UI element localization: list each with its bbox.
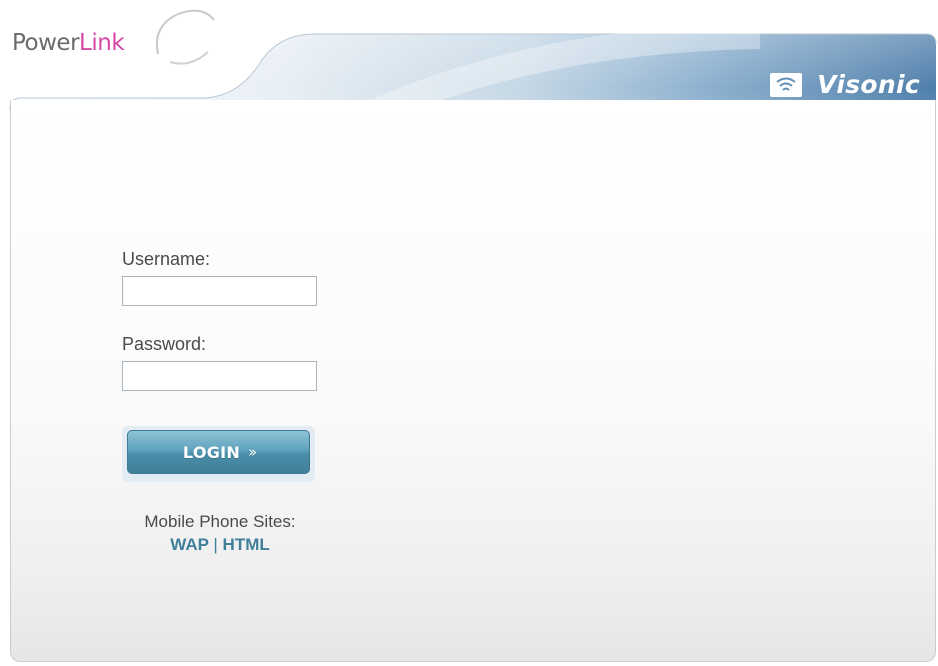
visonic-brand: Visonic: [769, 70, 920, 99]
powerlink-logo: PowerLink: [12, 30, 125, 56]
login-button[interactable]: LOGIN ››: [127, 430, 310, 474]
logo-swoosh-icon: [156, 9, 215, 65]
login-button-frame: LOGIN ››: [122, 426, 315, 482]
login-page: PowerLink Visonic Username: Password: LO…: [0, 0, 938, 666]
link-separator: |: [213, 535, 218, 554]
username-label: Username:: [122, 249, 211, 269]
mobile-sites-title: Mobile Phone Sites:: [144, 512, 296, 531]
username-input[interactable]: [122, 276, 317, 306]
password-input[interactable]: [122, 361, 317, 391]
brand-name: Visonic: [817, 70, 920, 99]
password-block: Password:: [122, 334, 317, 391]
wireless-signal-icon: [770, 72, 803, 97]
login-button-label: LOGIN: [182, 442, 241, 462]
login-form: Username: Password:: [122, 249, 317, 391]
mobile-sites: Mobile Phone Sites: WAP | HTML: [100, 512, 340, 555]
logo-accent: Link: [79, 30, 125, 56]
html-link[interactable]: HTML: [223, 535, 270, 554]
double-chevron-right-icon: ››: [248, 443, 257, 461]
password-label: Password:: [122, 334, 207, 354]
logo-prefix: Power: [12, 30, 80, 56]
mobile-sites-links: WAP | HTML: [100, 535, 340, 555]
wap-link[interactable]: WAP: [170, 535, 208, 554]
